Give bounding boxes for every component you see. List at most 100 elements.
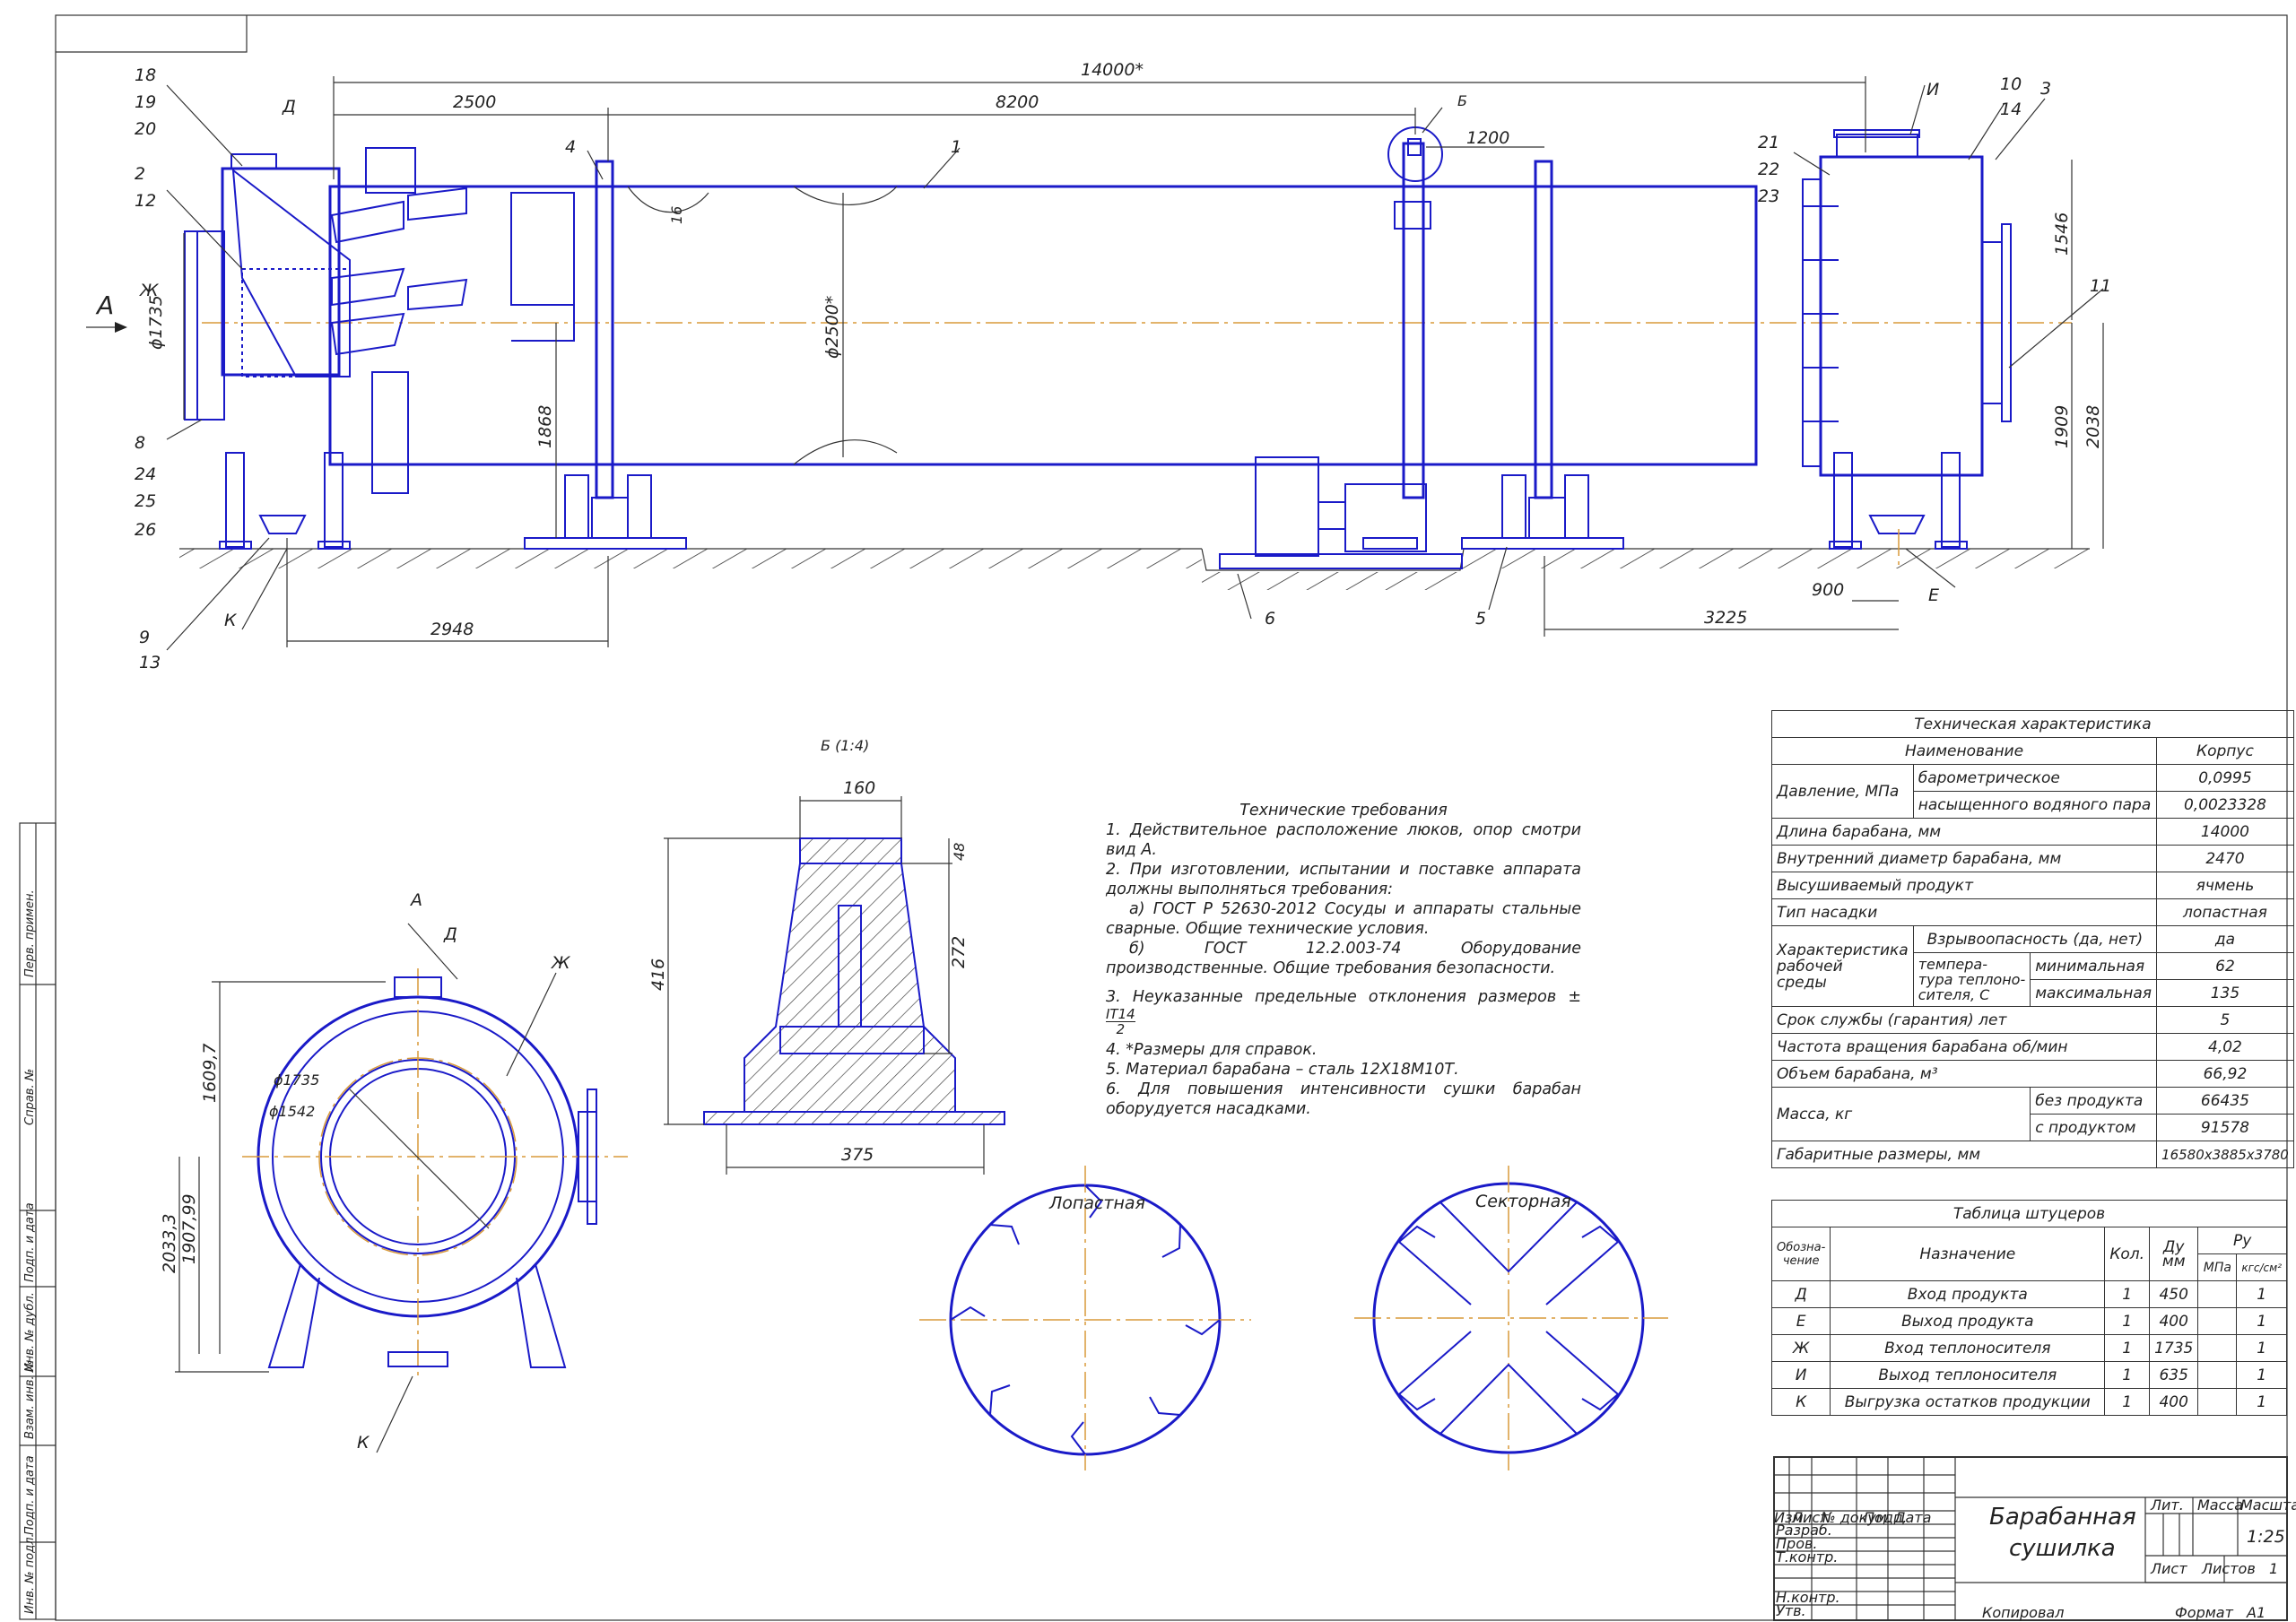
view-b-label: Б (1:4)	[821, 737, 869, 754]
req-item-2a: а) ГОСТ Р 52630-2012 Сосуды и аппараты с…	[1106, 900, 1581, 938]
svg-text:22: 22	[1758, 160, 1779, 179]
row-m-empty-v: 66435	[2156, 1087, 2294, 1115]
view-b-dim-height: 416	[648, 958, 668, 991]
nz-h-py: Ру	[2197, 1227, 2287, 1254]
dim-2500: 2500	[453, 92, 496, 112]
row-pressure: Давление, МПа	[1771, 764, 1914, 819]
nozzle-row: Д Вход продукта 1 450 1	[1770, 1280, 2287, 1308]
format-label: Формат	[2175, 1604, 2234, 1621]
row-freq-v: 4,02	[2156, 1033, 2294, 1061]
dim-total: 14000*	[1081, 60, 1144, 80]
nz-h-qty: Кол.	[2104, 1227, 2151, 1281]
view-a-dim-1: 1609,7	[200, 1044, 220, 1103]
row-diam: Внутренний диаметр барабана, мм	[1770, 845, 2158, 872]
requirements-title: Технические требования	[1239, 802, 1448, 820]
svg-text:12: 12	[135, 191, 156, 211]
nz-h-mark: Обозна-чение	[1770, 1227, 1831, 1281]
svg-text:23: 23	[1758, 186, 1779, 206]
row-p-vap-v: 0,0023328	[2156, 791, 2294, 819]
row-explos: Взрывоопасность (да, нет)	[1912, 925, 2158, 953]
nz-h-du: Ду мм	[2149, 1227, 2199, 1281]
svg-text:14: 14	[2000, 100, 2022, 119]
copied-label: Копировал	[1982, 1604, 2064, 1621]
row-product-v: ячмень	[2156, 872, 2294, 899]
row-p-bar: барометрическое	[1912, 764, 2158, 792]
svg-text:11: 11	[2090, 276, 2111, 296]
dim-1909: 1909	[2052, 405, 2072, 448]
svg-text:8: 8	[135, 433, 145, 453]
row-volume-v: 66,92	[2156, 1060, 2294, 1088]
row-tmin: минимальная	[2030, 952, 2158, 980]
nozzle-row: К Выгрузка остатков продукции 1 400 1	[1770, 1388, 2287, 1416]
nozzle-section-right	[1354, 1166, 1668, 1470]
nozzle-row: Е Выход продукта 1 400 1	[1770, 1307, 2287, 1335]
row-overall: Габаритные размеры, мм	[1770, 1141, 2158, 1168]
side-label-1: Перв. примен.	[23, 889, 37, 977]
row-length-v: 14000	[2156, 818, 2294, 846]
nz-h-mpa: МПа	[2197, 1253, 2238, 1281]
req-item-3: 3. Неуказанные предельные отклонения раз…	[1106, 987, 1581, 1037]
nozzle-row: Ж Вход теплоносителя 1 1735 1	[1770, 1334, 2287, 1362]
row-nozzle: Тип насадки	[1770, 898, 2158, 926]
view-b-dim-mid-h: 272	[949, 936, 969, 968]
dim-8200: 8200	[996, 92, 1039, 112]
svg-text:Д: Д	[282, 97, 296, 117]
svg-text:Дата: Дата	[1893, 1509, 1931, 1526]
side-label-2: Справ. №	[23, 1068, 37, 1125]
req-item-3-text: 3. Неуказанные предельные отклонения раз…	[1106, 988, 1581, 1006]
dim-900: 900	[1812, 580, 1844, 600]
svg-text:Б: Б	[1457, 92, 1467, 109]
req-item-2: 2. При изготовлении, испытании и поставк…	[1106, 861, 1581, 898]
view-a-label: А	[409, 890, 422, 910]
tech-table-title: Техническая характеристика	[1771, 710, 2294, 738]
view-arrow-label: А	[95, 291, 114, 320]
svg-text:3: 3	[2040, 79, 2051, 99]
svg-text:4: 4	[565, 137, 576, 157]
tolerance-den: 2	[1116, 1021, 1126, 1037]
view-a	[175, 923, 628, 1453]
nozzle-table-title: Таблица штуцеров	[1771, 1200, 2287, 1227]
svg-text:18: 18	[135, 65, 156, 85]
title-line-2: сушилка	[2009, 1535, 2116, 1562]
view-a-letter-k: К	[357, 1433, 370, 1453]
row-length: Длина барабана, мм	[1770, 818, 2158, 846]
tech-col-name: Наименование	[1770, 737, 2158, 765]
svg-text:1: 1	[951, 137, 961, 157]
svg-text:6: 6	[1265, 609, 1275, 629]
row-p-bar-v: 0,0995	[2156, 764, 2294, 792]
dim-2948: 2948	[430, 620, 474, 639]
row-life-v: 5	[2156, 1006, 2294, 1034]
dim-2038: 2038	[2083, 405, 2103, 448]
view-a-letter-d: Д	[443, 924, 457, 944]
dim-1200: 1200	[1466, 128, 1509, 148]
row-explos-v: да	[2156, 925, 2294, 953]
format-value: A1	[2246, 1604, 2266, 1621]
tech-characteristics-table: Техническая характеристика Наименование К…	[1770, 710, 2294, 1168]
sheet-label: Лист	[2150, 1560, 2187, 1577]
side-label-6: Подп. и дата	[23, 1455, 37, 1535]
svg-text:25: 25	[135, 491, 156, 511]
dim-16: 16	[668, 206, 685, 224]
tech-col-val: Корпус	[2156, 737, 2294, 765]
nozzle-table: Таблица штуцеров Обозна-чение Назначение…	[1770, 1200, 2287, 1416]
view-b-dim-top-h: 48	[951, 843, 968, 861]
svg-text:9: 9	[139, 628, 150, 647]
svg-text:Е: Е	[1928, 585, 1939, 605]
title-line-1: Барабанная	[1989, 1504, 2136, 1531]
req-item-4: 4. *Размеры для справок.	[1106, 1041, 1318, 1059]
svg-text:И: И	[1926, 80, 1939, 100]
main-view	[86, 76, 2104, 651]
row-overall-v: 16580х3885х3780	[2156, 1141, 2294, 1168]
row-life: Срок службы (гарантия) лет	[1770, 1006, 2158, 1034]
row-m-full: с продуктом	[2030, 1114, 2158, 1141]
svg-text:20: 20	[135, 119, 156, 139]
nozzle-left-caption: Лопастная	[1048, 1193, 1145, 1213]
side-label-7: Инв. № подл.	[23, 1533, 37, 1614]
dim-3225: 3225	[1704, 608, 1747, 628]
view-a-dia-2: ϕ1542	[269, 1103, 315, 1120]
svg-text:21: 21	[1758, 133, 1779, 152]
nz-h-kgs: кгс/см²	[2236, 1253, 2287, 1281]
dim-dia-1735: ϕ1735	[146, 295, 166, 350]
row-volume: Объем барабана, м³	[1770, 1060, 2158, 1088]
row-tmin-v: 62	[2156, 952, 2294, 980]
